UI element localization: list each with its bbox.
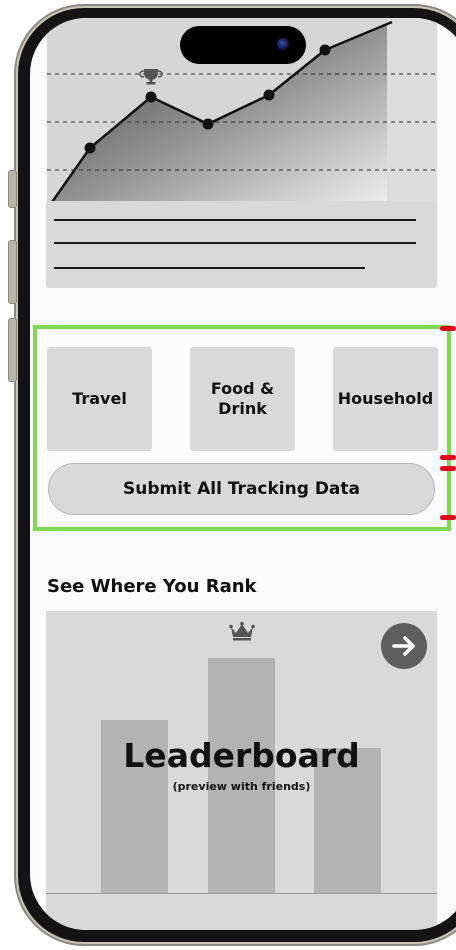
scroll-marker (440, 466, 456, 471)
scroll-marker (440, 326, 456, 331)
side-button-mute (8, 170, 17, 208)
text-placeholder-line (54, 267, 365, 269)
leaderboard-baseline (46, 893, 437, 894)
chart-point (319, 44, 331, 56)
side-button-volume-up (8, 240, 17, 304)
text-placeholder-line (54, 242, 416, 244)
submit-tracking-button[interactable]: Submit All Tracking Data (48, 463, 435, 515)
leaderboard-card[interactable]: Leaderboard (preview with friends) (46, 611, 437, 930)
arrow-right-icon (392, 636, 415, 656)
category-food-drink-button[interactable]: Food & Drink (190, 347, 295, 451)
chart-point (145, 91, 157, 103)
side-button-volume-down (8, 318, 17, 382)
app-screen: Travel Food & Drink Household Submit All… (30, 18, 456, 930)
chart-right-margin (387, 18, 437, 208)
category-household-button[interactable]: Household (333, 347, 438, 451)
crown-icon (229, 621, 255, 641)
trophy-icon (139, 69, 163, 85)
text-placeholder-line (54, 219, 416, 221)
rank-section-title: See Where You Rank (47, 576, 257, 597)
chart-point (84, 142, 96, 154)
chart-point (202, 118, 214, 130)
leaderboard-open-button[interactable] (381, 623, 427, 669)
category-travel-button[interactable]: Travel (47, 347, 152, 451)
scroll-marker (440, 455, 456, 460)
scroll-marker (440, 515, 456, 520)
leaderboard-title: Leaderboard (123, 736, 360, 775)
summary-text-card (46, 201, 437, 288)
chart-point (263, 89, 275, 101)
leaderboard-bar-center (208, 658, 275, 893)
leaderboard-subtitle: (preview with friends) (172, 780, 311, 793)
dynamic-island (180, 26, 306, 64)
phone-device: Travel Food & Drink Household Submit All… (0, 0, 456, 950)
camera-icon (277, 38, 290, 51)
